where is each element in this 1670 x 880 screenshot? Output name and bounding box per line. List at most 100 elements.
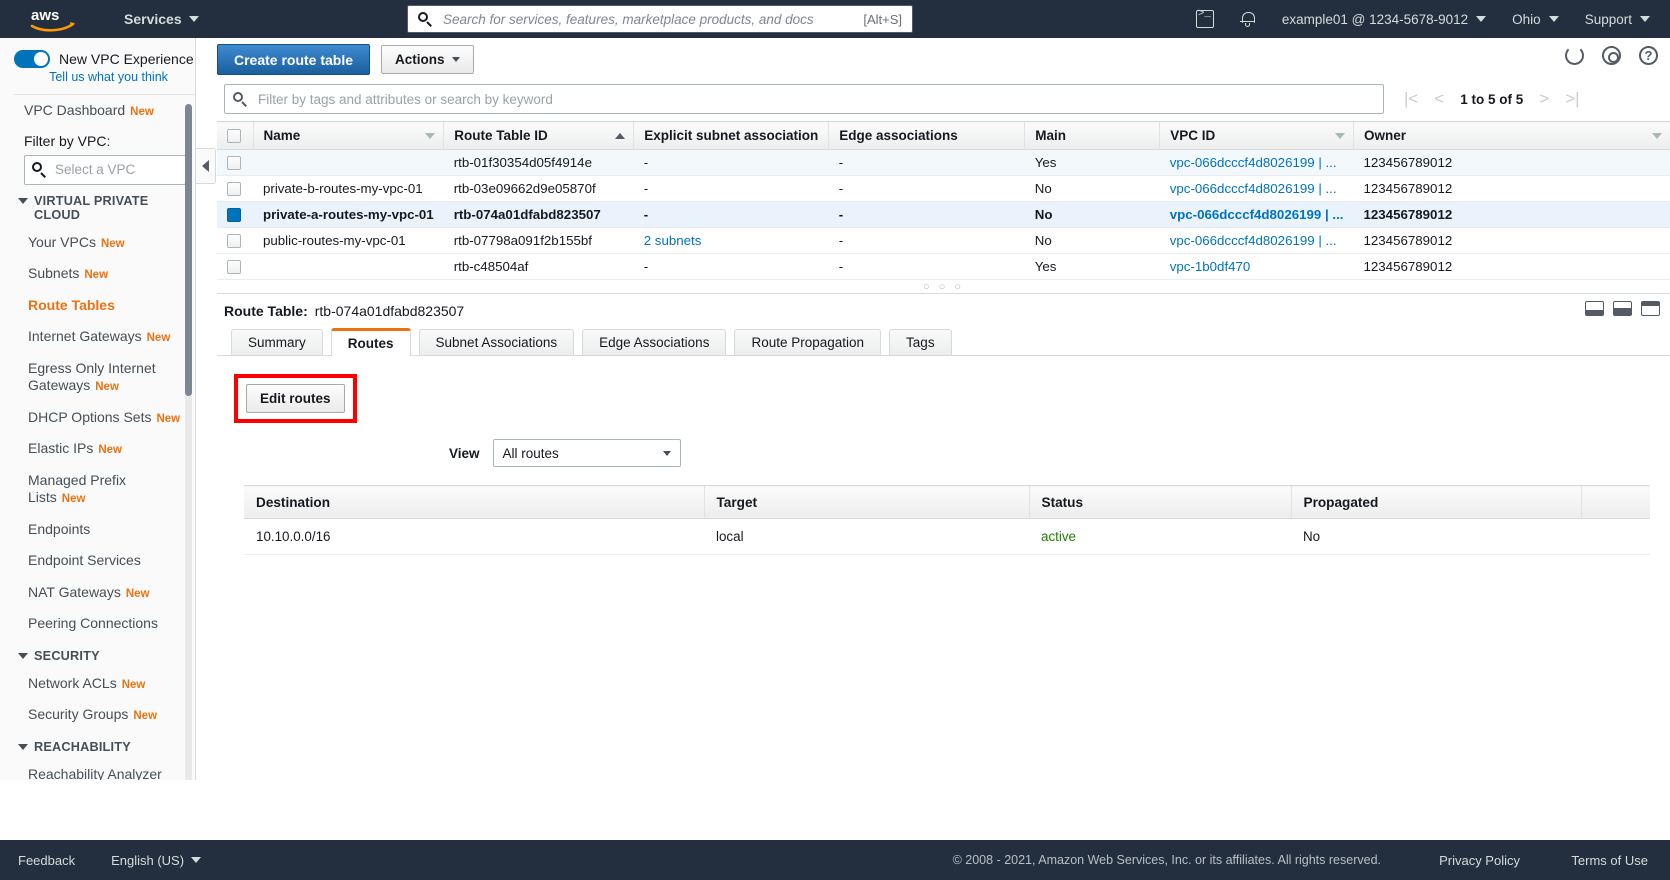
region-menu[interactable]: Ohio [1512, 12, 1559, 27]
sidebar-item-dhcp-options-sets[interactable]: DHCP Options SetsNew [0, 402, 195, 434]
row-cell-route-table-id-value: rtb-c48504af [454, 259, 529, 274]
sidebar-scrollbar-thumb[interactable] [185, 104, 192, 396]
first-page-button[interactable]: |< [1404, 89, 1418, 109]
row-cell-vpc-id-value[interactable]: vpc-1b0df470 [1170, 259, 1251, 274]
edit-routes-button[interactable]: Edit routes [246, 384, 345, 413]
row-cell-main-value: No [1035, 181, 1052, 196]
select-all-checkbox[interactable] [227, 129, 241, 143]
notifications-button[interactable] [1240, 11, 1256, 28]
row-checkbox-cell [217, 176, 253, 202]
column-header-vpc-id[interactable]: VPC ID [1160, 122, 1354, 150]
sidebar-scrollbar[interactable] [185, 104, 192, 780]
search-icon [233, 92, 248, 107]
column-header-owner[interactable]: Owner [1354, 122, 1670, 150]
support-menu[interactable]: Support [1585, 12, 1650, 27]
aws-logo[interactable]: aws [30, 5, 76, 33]
view-select[interactable]: All routes [493, 439, 681, 467]
tell-us-link[interactable]: Tell us what you think [22, 70, 195, 84]
panel-layout-split-icon[interactable] [1613, 301, 1632, 316]
row-cell-explicit-subnet[interactable]: 2 subnets [634, 228, 829, 254]
sidebar-item-internet-gateways[interactable]: Internet GatewaysNew [0, 321, 195, 353]
sidebar-item-endpoints[interactable]: Endpoints [0, 514, 195, 546]
resize-grip[interactable]: ○ ○ ○ [217, 280, 1670, 294]
row-cell-vpc-id-value[interactable]: vpc-066dcccf4d8026199 | ... [1170, 207, 1344, 222]
sidebar-item-nat-gateways[interactable]: NAT GatewaysNew [0, 577, 195, 609]
vpc-filter-box[interactable] [24, 155, 186, 185]
sidebar-group-reachability[interactable]: REACHABILITY [0, 731, 195, 759]
tab-routes[interactable]: Routes [331, 328, 411, 356]
account-menu[interactable]: example01 @ 1234-5678-9012 [1282, 12, 1486, 27]
global-search-input[interactable] [441, 7, 863, 31]
create-route-table-button[interactable]: Create route table [217, 44, 370, 75]
next-page-button[interactable]: > [1539, 89, 1549, 109]
row-cell-explicit-subnet-value[interactable]: 2 subnets [644, 233, 702, 248]
row-checkbox[interactable] [227, 260, 241, 274]
terms-of-use-link[interactable]: Terms of Use [1571, 853, 1648, 868]
sidebar-item-peering-connections[interactable]: Peering Connections [0, 608, 195, 640]
panel-layout-side-icon[interactable] [1641, 301, 1660, 316]
tab-edge-associations[interactable]: Edge Associations [582, 329, 726, 355]
new-vpc-experience-toggle[interactable] [14, 50, 50, 68]
last-page-button[interactable]: >| [1565, 89, 1579, 109]
row-cell-vpc-id-value[interactable]: vpc-066dcccf4d8026199 | ... [1170, 155, 1337, 170]
sidebar-item-your-vpcs[interactable]: Your VPCsNew [0, 227, 195, 259]
sidebar-group-security[interactable]: SECURITY [0, 640, 195, 668]
row-checkbox[interactable] [227, 208, 241, 222]
table-filter-box[interactable] [224, 84, 1384, 114]
sidebar-item-route-tables[interactable]: Route Tables [0, 290, 195, 322]
tab-summary[interactable]: Summary [231, 329, 323, 355]
sidebar-item-network-acls[interactable]: Network ACLsNew [0, 668, 195, 700]
sidebar-item-security-groups[interactable]: Security GroupsNew [0, 699, 195, 731]
table-row[interactable]: public-routes-my-vpc-01rtb-07798a091f2b1… [217, 228, 1670, 254]
row-cell-owner: 123456789012 [1354, 176, 1670, 202]
privacy-policy-link[interactable]: Privacy Policy [1439, 853, 1520, 868]
row-checkbox[interactable] [227, 234, 241, 248]
row-cell-vpc-id[interactable]: vpc-066dcccf4d8026199 | ... [1160, 150, 1354, 176]
feedback-link[interactable]: Feedback [18, 853, 75, 868]
tab-tags[interactable]: Tags [889, 329, 952, 355]
gear-icon[interactable] [1602, 46, 1621, 65]
panel-layout-bottom-icon[interactable] [1585, 301, 1604, 316]
actions-button[interactable]: Actions [381, 45, 474, 74]
sidebar-item-elastic-ips[interactable]: Elastic IPsNew [0, 433, 195, 465]
help-icon[interactable]: ? [1639, 46, 1658, 65]
row-cell-vpc-id[interactable]: vpc-066dcccf4d8026199 | ... [1160, 176, 1354, 202]
sidebar-item-subnets[interactable]: SubnetsNew [0, 258, 195, 290]
table-row[interactable]: private-a-routes-my-vpc-01rtb-074a01dfab… [217, 202, 1670, 228]
table-row[interactable]: private-b-routes-my-vpc-01rtb-03e09662d9… [217, 176, 1670, 202]
column-header-edge-associations[interactable]: Edge associations [829, 122, 1025, 150]
column-header-route-table-id[interactable]: Route Table ID [444, 122, 634, 150]
row-cell-vpc-id-value[interactable]: vpc-066dcccf4d8026199 | ... [1170, 181, 1337, 196]
language-label: English (US) [111, 853, 184, 868]
sidebar-item-vpc-dashboard[interactable]: VPC DashboardNew [0, 95, 195, 127]
global-search-box[interactable]: [Alt+S] [407, 5, 913, 33]
sidebar-collapse-button[interactable] [196, 148, 216, 184]
row-cell-vpc-id[interactable]: vpc-066dcccf4d8026199 | ... [1160, 202, 1354, 228]
sidebar-item-managed-prefix-lists[interactable]: Managed Prefix ListsNew [0, 465, 195, 514]
row-cell-vpc-id-value[interactable]: vpc-066dcccf4d8026199 | ... [1170, 233, 1337, 248]
column-header-name[interactable]: Name [253, 122, 444, 150]
cloudshell-button[interactable] [1196, 10, 1214, 28]
table-filter-input[interactable] [256, 91, 1383, 108]
previous-page-button[interactable]: < [1434, 89, 1444, 109]
language-selector[interactable]: English (US) [111, 853, 201, 868]
row-checkbox[interactable] [227, 182, 241, 196]
column-header-main[interactable]: Main [1025, 122, 1160, 150]
sidebar-item-endpoint-services[interactable]: Endpoint Services [0, 545, 195, 577]
row-cell-name-value: private-b-routes-my-vpc-01 [263, 181, 423, 196]
sidebar-group-virtual-private-cloud[interactable]: VIRTUAL PRIVATE CLOUD [0, 185, 195, 227]
table-row[interactable]: rtb-01f30354d05f4914e--Yesvpc-066dcccf4d… [217, 150, 1670, 176]
tab-route-propagation[interactable]: Route Propagation [734, 329, 881, 355]
vpc-filter-input[interactable] [53, 161, 196, 178]
sidebar-item-egress-only-internet-gateways[interactable]: Egress Only Internet GatewaysNew [0, 353, 195, 402]
tab-subnet-associations[interactable]: Subnet Associations [419, 329, 575, 355]
row-checkbox[interactable] [227, 156, 241, 170]
services-menu[interactable]: Services [124, 11, 199, 27]
row-cell-vpc-id[interactable]: vpc-066dcccf4d8026199 | ... [1160, 228, 1354, 254]
new-vpc-experience-label: New VPC Experience [59, 51, 194, 67]
refresh-icon[interactable] [1565, 46, 1584, 65]
sidebar-item-reachability-analyzer[interactable]: Reachability Analyzer [0, 759, 195, 781]
table-row[interactable]: rtb-c48504af--Yesvpc-1b0df47012345678901… [217, 254, 1670, 280]
row-cell-vpc-id[interactable]: vpc-1b0df470 [1160, 254, 1354, 280]
column-header-explicit-subnet-association[interactable]: Explicit subnet association [634, 122, 829, 150]
